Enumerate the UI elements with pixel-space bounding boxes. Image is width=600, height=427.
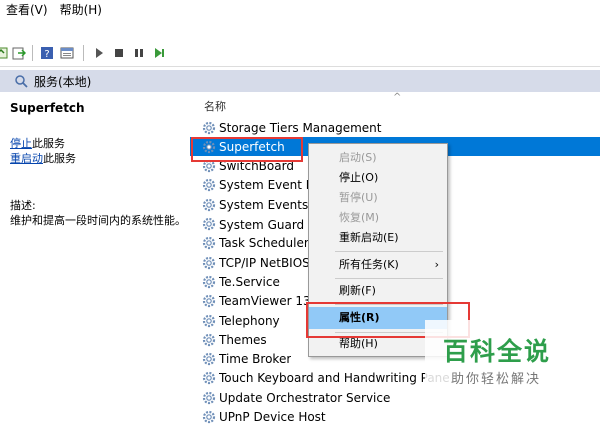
- service-gear-icon: [202, 410, 216, 424]
- stop-service-row: 停止此服务: [10, 135, 65, 151]
- properties-icon[interactable]: [60, 46, 74, 60]
- service-gear-icon: [202, 372, 216, 385]
- menu-item-restart[interactable]: 重新启动(E): [309, 228, 447, 248]
- service-row-name: Telephony: [219, 313, 280, 328]
- menu-item-start[interactable]: 启动(S): [309, 148, 447, 168]
- help-icon[interactable]: ?: [40, 46, 54, 60]
- service-row-name: Time Broker: [219, 352, 292, 367]
- refresh-icon[interactable]: [0, 46, 8, 60]
- toolbar-separator: [83, 45, 84, 61]
- service-row-name: System Guard 运: [219, 217, 320, 232]
- service-gear-icon: [202, 217, 216, 231]
- toolbar: [0, 42, 600, 67]
- service-row[interactable]: UPnP Device Host: [190, 408, 600, 427]
- service-row-name: Update Orchestrator Service: [219, 390, 391, 405]
- highlight-box-superfetch: [191, 137, 303, 162]
- description-text: 维护和提高一段时间内的系统性能。: [10, 214, 186, 227]
- pane-title: 服务(本地): [34, 75, 92, 89]
- svg-text:?: ?: [44, 49, 49, 60]
- description-heading: 描述:: [10, 199, 36, 212]
- menu-separator: [335, 278, 443, 279]
- stop-service-suffix: 此服务: [32, 137, 65, 150]
- service-gear-icon: [202, 391, 216, 404]
- service-gear-icon: [202, 275, 216, 288]
- pause-icon[interactable]: [132, 46, 146, 60]
- service-gear-icon: [202, 198, 216, 211]
- submenu-arrow-icon: ›: [434, 258, 439, 271]
- watermark: 百科全说 助你轻松解决: [425, 320, 600, 398]
- service-row-name: TCP/IP NetBIOS: [219, 255, 310, 270]
- menu-item-stop[interactable]: 停止(O): [309, 168, 447, 188]
- menu-item-refresh[interactable]: 刷新(F): [309, 281, 447, 301]
- restart-service-link[interactable]: 重启动: [10, 152, 43, 165]
- service-gear-icon: [202, 333, 216, 346]
- menu-item-all-tasks[interactable]: 所有任务(K) ›: [309, 255, 447, 275]
- service-gear-icon: [202, 314, 216, 327]
- menu-item-resume[interactable]: 恢复(M): [309, 208, 447, 228]
- service-row-name: System Event No: [219, 178, 323, 193]
- play-icon[interactable]: [92, 46, 106, 60]
- toolbar-separator: [32, 45, 33, 61]
- column-header-name[interactable]: 名称: [204, 98, 226, 114]
- service-row-name: Task Scheduler: [219, 236, 309, 251]
- menu-item-pause[interactable]: 暂停(U): [309, 188, 447, 208]
- stop-icon[interactable]: [112, 46, 126, 60]
- stop-service-link[interactable]: 停止: [10, 137, 32, 150]
- pane-header: 服务(本地): [0, 70, 600, 93]
- service-row-name: Storage Tiers Management: [219, 120, 382, 135]
- menu-help[interactable]: 帮助(H): [54, 0, 108, 20]
- service-name: Superfetch: [10, 101, 85, 115]
- service-gear-icon: [202, 352, 216, 366]
- service-gear-icon: [202, 237, 216, 250]
- menu-separator: [335, 251, 443, 252]
- service-row-name: Te.Service: [219, 274, 280, 289]
- restart-service-row: 重启动此服务: [10, 150, 76, 166]
- restart-icon[interactable]: [152, 46, 166, 60]
- sort-arrow-icon: ^: [393, 92, 402, 103]
- watermark-subtitle: 助你轻松解决: [451, 372, 542, 387]
- service-row-name: UPnP Device Host: [219, 410, 326, 424]
- restart-service-suffix: 此服务: [43, 152, 76, 165]
- service-gear-icon: [202, 121, 216, 134]
- menu-bar: 查看(V) 帮助(H): [0, 0, 600, 20]
- search-icon: [15, 75, 28, 88]
- menu-view[interactable]: 查看(V): [0, 0, 54, 20]
- service-gear-icon: [202, 179, 216, 192]
- service-gear-icon: [202, 256, 216, 269]
- service-gear-icon: [202, 295, 216, 308]
- service-row-name: TeamViewer 13: [219, 294, 311, 309]
- service-row[interactable]: Storage Tiers Management: [190, 118, 600, 137]
- service-row-name: Touch Keyboard and Handwriting Pane: [219, 371, 450, 386]
- export-icon[interactable]: [12, 46, 26, 60]
- watermark-title: 百科全说: [443, 337, 552, 366]
- service-detail-panel: Superfetch 停止此服务 重启动此服务 描述: 维护和提高一段时间内的系…: [0, 92, 190, 418]
- service-row-name: Themes: [219, 332, 267, 347]
